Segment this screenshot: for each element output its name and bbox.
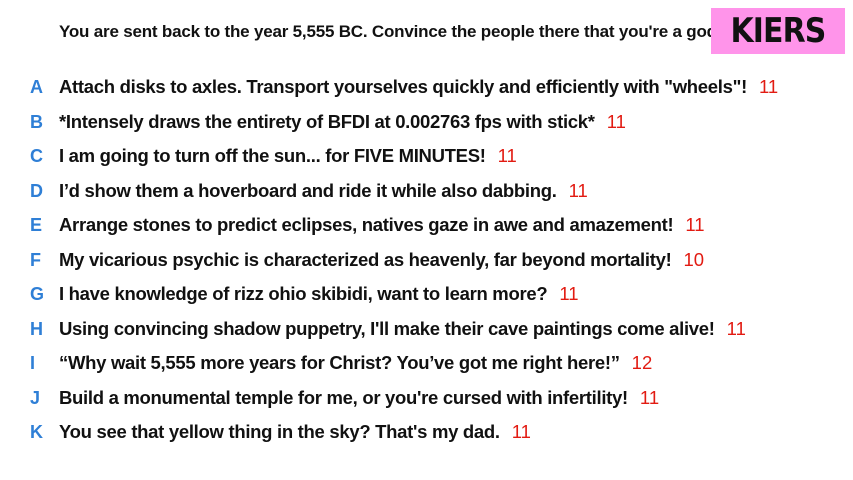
entry-letter: C: [30, 146, 43, 166]
entry-score: 11: [726, 317, 746, 339]
entry-text: “Why wait 5,555 more years for Christ? Y…: [59, 346, 652, 381]
entry-text-content: *Intensely draws the entirety of BFDI at…: [59, 110, 595, 132]
entry-text-content: You see that yellow thing in the sky? Th…: [59, 421, 500, 442]
entry-text-content: Build a monumental temple for me, or you…: [59, 386, 628, 408]
entry-text-content: I am going to turn off the sun... for FI…: [59, 145, 486, 166]
entry-score: 11: [497, 145, 517, 166]
badge-label: KIERS: [730, 11, 827, 51]
entry-text: Attach disks to axles. Transport yoursel…: [59, 70, 778, 105]
entry-letter: I: [30, 353, 36, 373]
entry-text: I am going to turn off the sun... for FI…: [59, 139, 517, 174]
entry-k: K You see that yellow thing in the sky? …: [0, 415, 853, 450]
entry-letter: B: [30, 111, 43, 132]
entry-b: B *Intensely draws the entirety of BFDI …: [0, 105, 853, 140]
entry-score: 11: [511, 421, 531, 442]
entry-e: E Arrange stones to predict eclipses, na…: [0, 208, 853, 243]
entry-text: You see that yellow thing in the sky? Th…: [59, 415, 531, 450]
entry-text-content: I’d show them a hoverboard and ride it w…: [59, 179, 557, 201]
name-badge: KIERS: [711, 8, 845, 54]
entry-a: A Attach disks to axles. Transport yours…: [0, 70, 853, 105]
entry-text: Using convincing shadow puppetry, I'll m…: [59, 312, 746, 347]
prompt-text: You are sent back to the year 5,555 BC. …: [59, 22, 722, 41]
entry-score: 11: [606, 110, 626, 132]
entry-letter: E: [30, 215, 43, 235]
entry-h: H Using convincing shadow puppetry, I'll…: [0, 312, 853, 347]
entry-text: Build a monumental temple for me, or you…: [59, 381, 659, 416]
entry-text-content: Using convincing shadow puppetry, I'll m…: [59, 317, 715, 339]
entry-c: C I am going to turn off the sun... for …: [0, 139, 853, 174]
entry-score: 11: [639, 386, 660, 408]
entry-text-content: Attach disks to axles. Transport yoursel…: [59, 76, 747, 97]
entry-text: I’d show them a hoverboard and ride it w…: [59, 174, 588, 209]
entries-list: A Attach disks to axles. Transport yours…: [0, 70, 853, 450]
entry-letter: G: [30, 284, 45, 304]
entry-letter: K: [30, 422, 43, 442]
entry-i: I “Why wait 5,555 more years for Christ?…: [0, 346, 853, 381]
entry-text: My vicarious psychic is characterized as…: [59, 243, 704, 278]
entry-text-content: “Why wait 5,555 more years for Christ? Y…: [59, 352, 620, 373]
entry-score: 12: [631, 352, 653, 373]
entry-text-content: My vicarious psychic is characterized as…: [59, 248, 672, 270]
entry-d: D I’d show them a hoverboard and ride it…: [0, 174, 853, 209]
entry-j: J Build a monumental temple for me, or y…: [0, 381, 853, 416]
entry-text: Arrange stones to predict eclipses, nati…: [59, 208, 705, 243]
entry-f: F My vicarious psychic is characterized …: [0, 243, 853, 278]
entry-letter: D: [30, 180, 43, 201]
entry-letter: H: [30, 318, 43, 339]
entry-score: 11: [758, 76, 779, 97]
entry-letter: J: [30, 387, 41, 408]
entry-score: 11: [568, 179, 588, 201]
entry-text: *Intensely draws the entirety of BFDI at…: [59, 105, 626, 140]
entry-score: 11: [559, 283, 579, 304]
entry-text-content: Arrange stones to predict eclipses, nati…: [59, 214, 674, 235]
entry-text-content: I have knowledge of rizz ohio skibidi, w…: [59, 283, 548, 304]
entry-g: G I have knowledge of rizz ohio skibidi,…: [0, 277, 853, 312]
entry-letter: A: [30, 77, 43, 97]
entry-score: 11: [685, 214, 705, 235]
entry-score: 10: [683, 248, 705, 270]
entry-letter: F: [30, 249, 41, 270]
entry-text: I have knowledge of rizz ohio skibidi, w…: [59, 277, 579, 312]
